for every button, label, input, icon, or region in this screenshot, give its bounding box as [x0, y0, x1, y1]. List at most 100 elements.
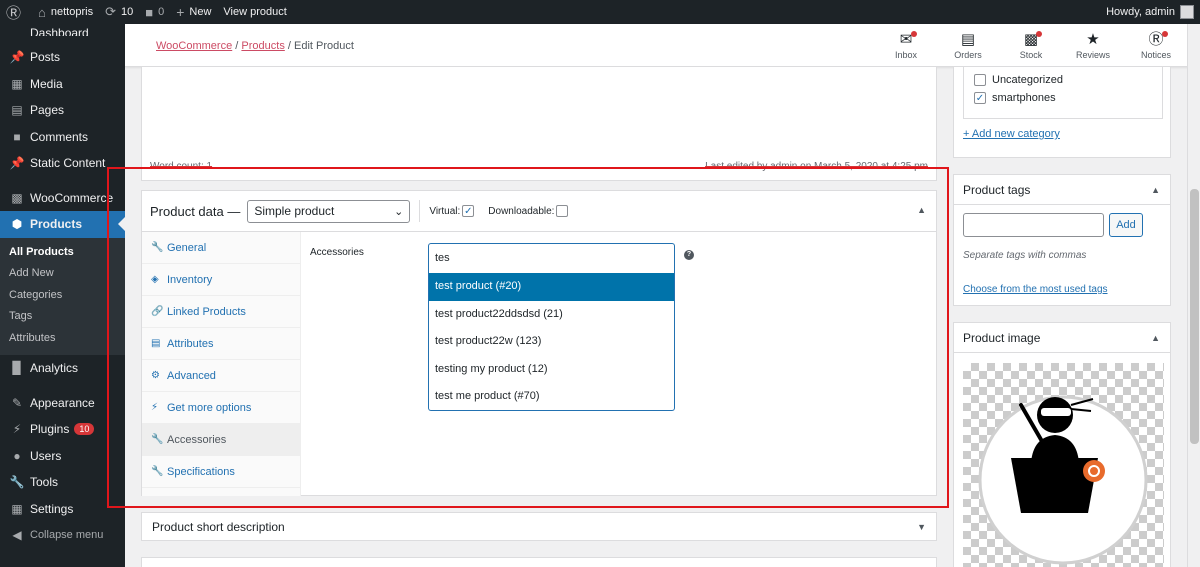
plug-icon: ⚡	[12, 422, 22, 437]
add-new-category-link[interactable]: + Add new category	[963, 128, 1060, 140]
category-checklist: Uncategorized ✓ smartphones	[963, 67, 1163, 119]
breadcrumb-products[interactable]: Products	[241, 40, 284, 52]
bar-chart-icon: ▉	[12, 361, 22, 376]
plugins-update-badge: 10	[74, 423, 95, 436]
content-editor[interactable]: Word count: 1 Last edited by admin on Ma…	[141, 67, 937, 181]
product-data-title: Product data —	[150, 203, 241, 219]
woocommerce-icon: ▩	[11, 190, 23, 205]
wordpress-icon: Ⓡ	[1131, 30, 1181, 50]
short-description-panel[interactable]: Product short description ▼	[141, 512, 937, 541]
result-item[interactable]: test product22ddsdsd (21)	[429, 301, 674, 329]
orders-icon: ▤	[960, 31, 976, 48]
tag-input[interactable]	[963, 213, 1104, 237]
collapse-arrow-icon[interactable]: ▲	[1151, 185, 1160, 195]
menu-static-content[interactable]: 📌 Static Content	[0, 150, 125, 177]
result-item[interactable]: test product (#20)	[429, 273, 674, 301]
short-description-title: Product short description	[152, 519, 285, 534]
last-edited: Last edited by admin on March 5, 2020 at…	[705, 161, 928, 172]
product-image-thumbnail[interactable]	[963, 363, 1164, 567]
stock-icon: ▩	[1006, 30, 1056, 50]
pin-icon: 📌	[9, 156, 25, 171]
collapse-arrow-icon[interactable]: ▲	[1151, 333, 1160, 343]
category-smartphones[interactable]: ✓ smartphones	[964, 89, 1162, 107]
submenu-add-new[interactable]: Add New	[0, 263, 125, 285]
tab-general[interactable]: 🔧 General	[142, 232, 300, 264]
stock-button[interactable]: ▩ Stock	[1006, 30, 1056, 60]
comments-link[interactable]: ■ 0	[139, 0, 170, 24]
accessories-search-input[interactable]: tes	[428, 243, 675, 273]
updates-link[interactable]: ⟳ 10	[99, 0, 139, 24]
product-image-header[interactable]: Product image ▲	[954, 323, 1170, 353]
inbox-icon: ✉	[881, 30, 931, 50]
collapse-menu-button[interactable]: ◀ Collapse menu	[0, 522, 125, 549]
page-scrollbar[interactable]	[1187, 24, 1200, 567]
menu-posts[interactable]: 📌 Posts	[0, 44, 125, 71]
reviews-button[interactable]: ★ Reviews	[1068, 30, 1118, 60]
wrench-icon: 🔧	[151, 242, 164, 253]
tab-advanced[interactable]: ⚙ Advanced	[142, 360, 300, 392]
virtual-checkbox-label[interactable]: Virtual: ✓	[429, 205, 475, 217]
menu-plugins[interactable]: ⚡ Plugins 10	[0, 416, 125, 443]
brush-icon: ✎	[11, 395, 23, 410]
menu-tools[interactable]: 🔧 Tools	[0, 469, 125, 496]
add-tag-button[interactable]: Add	[1109, 213, 1143, 237]
tag-icon: ◈	[151, 274, 159, 285]
menu-dashboard[interactable]: Dashboard	[0, 24, 125, 36]
menu-pages[interactable]: ▤ Pages	[0, 97, 125, 124]
tab-linked-products[interactable]: 🔗 Linked Products	[142, 296, 300, 328]
scrollbar-thumb[interactable]	[1190, 189, 1199, 444]
submenu-all-products[interactable]: All Products	[0, 242, 125, 264]
product-tags-header[interactable]: Product tags ▲	[954, 175, 1170, 205]
downloadable-checkbox-label[interactable]: Downloadable:	[488, 205, 569, 217]
tab-attributes[interactable]: ▤ Attributes	[142, 328, 300, 360]
menu-appearance[interactable]: ✎ Appearance	[0, 390, 125, 417]
most-used-tags-link[interactable]: Choose from the most used tags	[963, 284, 1108, 295]
breadcrumb-woocommerce[interactable]: WooCommerce	[156, 40, 232, 52]
menu-products[interactable]: ⬢ Products	[0, 211, 125, 238]
chevron-down-icon: ⌄	[394, 205, 404, 218]
category-checkbox[interactable]: ✓	[974, 92, 986, 104]
category-checkbox[interactable]	[974, 74, 986, 86]
menu-settings[interactable]: ▦ Settings	[0, 496, 125, 523]
breadcrumb-current: Edit Product	[294, 40, 354, 52]
virtual-checkbox[interactable]: ✓	[462, 205, 475, 217]
expand-arrow-icon[interactable]: ▼	[917, 522, 926, 532]
tab-get-more-options[interactable]: ⚡ Get more options	[142, 392, 300, 424]
submenu-tags[interactable]: Tags	[0, 306, 125, 328]
next-panel	[141, 557, 937, 567]
menu-users[interactable]: ● Users	[0, 443, 125, 470]
list-icon: ▤	[151, 338, 161, 349]
help-icon[interactable]: ?	[684, 250, 694, 260]
products-submenu: All Products Add New Categories Tags Att…	[0, 237, 125, 355]
menu-analytics[interactable]: ▉ Analytics	[0, 355, 125, 382]
wordpress-logo[interactable]: Ⓡ	[0, 0, 32, 24]
tab-accessories[interactable]: 🔧 Accessories	[142, 424, 300, 456]
account-menu[interactable]: Howdy, admin	[1100, 0, 1200, 24]
notices-button[interactable]: Ⓡ Notices	[1131, 30, 1181, 60]
comment-icon: ■	[13, 129, 21, 144]
collapse-arrow-icon[interactable]: ▲	[917, 205, 926, 215]
tab-inventory[interactable]: ◈ Inventory	[142, 264, 300, 296]
submenu-categories[interactable]: Categories	[0, 285, 125, 307]
menu-woocommerce[interactable]: ▩ WooCommerce	[0, 185, 125, 212]
breadcrumb: WooCommerce / Products / Edit Product	[156, 40, 354, 52]
category-uncategorized[interactable]: Uncategorized	[964, 71, 1162, 89]
menu-comments[interactable]: ■ Comments	[0, 124, 125, 151]
inbox-button[interactable]: ✉ Inbox	[881, 30, 931, 60]
product-type-select[interactable]: Simple product ⌄	[247, 199, 411, 223]
wrench-icon: 🔧	[151, 434, 164, 445]
view-product-link[interactable]: View product	[217, 0, 292, 24]
tag-hint: Separate tags with commas	[963, 250, 1087, 261]
submenu-attributes[interactable]: Attributes	[0, 328, 125, 350]
result-item[interactable]: test me product (#70)	[429, 383, 674, 411]
new-content-link[interactable]: + New	[170, 0, 217, 24]
product-image-panel: Product image ▲	[953, 322, 1171, 567]
orders-button[interactable]: ▤ Orders	[943, 30, 993, 60]
menu-media[interactable]: ▦ Media	[0, 71, 125, 98]
tab-specifications[interactable]: 🔧 Specifications	[142, 456, 300, 488]
result-item[interactable]: testing my product (12)	[429, 356, 674, 384]
result-item[interactable]: test product22w (123)	[429, 328, 674, 356]
site-name-link[interactable]: ⌂ nettopris	[32, 0, 99, 24]
woocommerce-header: WooCommerce / Products / Edit Product ✉ I…	[125, 24, 1200, 67]
downloadable-checkbox[interactable]	[556, 205, 569, 217]
